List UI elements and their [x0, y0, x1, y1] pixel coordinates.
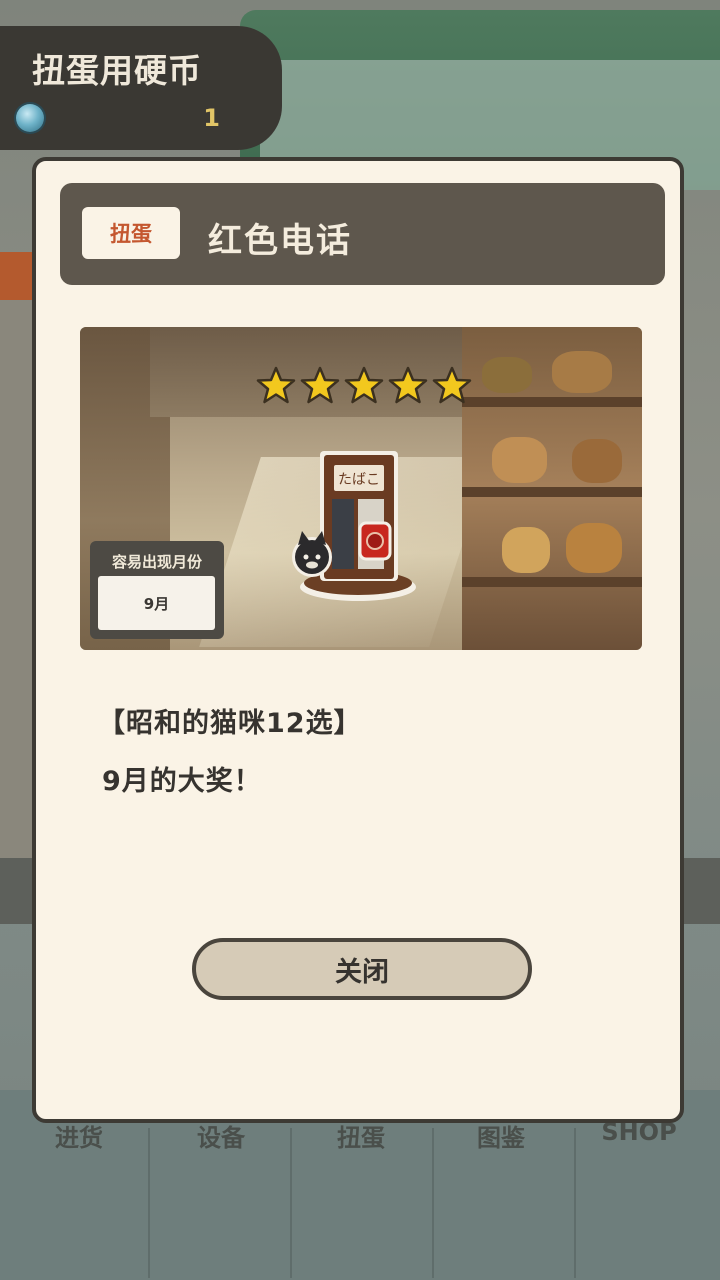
category-badge: 扭蛋 — [82, 207, 180, 259]
star-icon — [300, 366, 340, 404]
coin-count: 1 — [203, 104, 220, 132]
item-title: 红色电话 — [208, 221, 352, 261]
star-icon — [344, 366, 384, 404]
nav-item-gacha[interactable]: 扭蛋 — [296, 1118, 426, 1153]
shelf-board — [462, 577, 642, 587]
shelf-goods — [552, 351, 612, 393]
coin-icon — [16, 104, 44, 132]
nav-divider — [432, 1128, 434, 1278]
shelf-goods — [572, 439, 622, 483]
shelf-goods — [502, 527, 550, 573]
close-button[interactable]: 关闭 — [192, 938, 532, 1000]
shelf-goods — [566, 523, 622, 573]
item-detail-dialog: 扭蛋 红色电话 たばこ 容易出现月份 9月 【昭和的猫咪12选】 9月的大奖！ … — [32, 157, 684, 1123]
nav-item-equipment[interactable]: 设备 — [156, 1118, 286, 1153]
red-phone-booth-figurine: たばこ — [292, 451, 416, 601]
coin-counter-title: 扭蛋用硬币 — [32, 51, 202, 90]
rarity-stars — [256, 365, 472, 405]
item-preview-card: たばこ 容易出现月份 9月 — [80, 327, 642, 650]
shelf-board — [462, 397, 642, 407]
star-icon — [388, 366, 428, 404]
shelf-goods — [482, 357, 532, 393]
item-description-prize: 9月的大奖！ — [102, 766, 262, 797]
background-wall — [0, 300, 34, 860]
nav-item-collection[interactable]: 图鉴 — [436, 1118, 566, 1153]
nav-divider — [290, 1128, 292, 1278]
booth-sign: たばこ — [338, 472, 380, 488]
likely-month-label: 容易出现月份 — [111, 553, 202, 571]
nav-item-stock[interactable]: 进货 — [14, 1118, 144, 1153]
likely-month-box: 容易出现月份 9月 — [90, 541, 224, 639]
star-icon — [256, 366, 296, 404]
likely-month-value: 9月 — [98, 576, 215, 630]
item-description-series: 【昭和的猫咪12选】 — [98, 708, 362, 739]
shelf-board — [462, 487, 642, 497]
shop-shelf-right — [462, 327, 642, 650]
dialog-header: 扭蛋 红色电话 — [60, 183, 665, 285]
nav-divider — [574, 1128, 576, 1278]
star-icon — [432, 366, 472, 404]
nav-divider — [148, 1128, 150, 1278]
shelf-goods — [492, 437, 547, 483]
